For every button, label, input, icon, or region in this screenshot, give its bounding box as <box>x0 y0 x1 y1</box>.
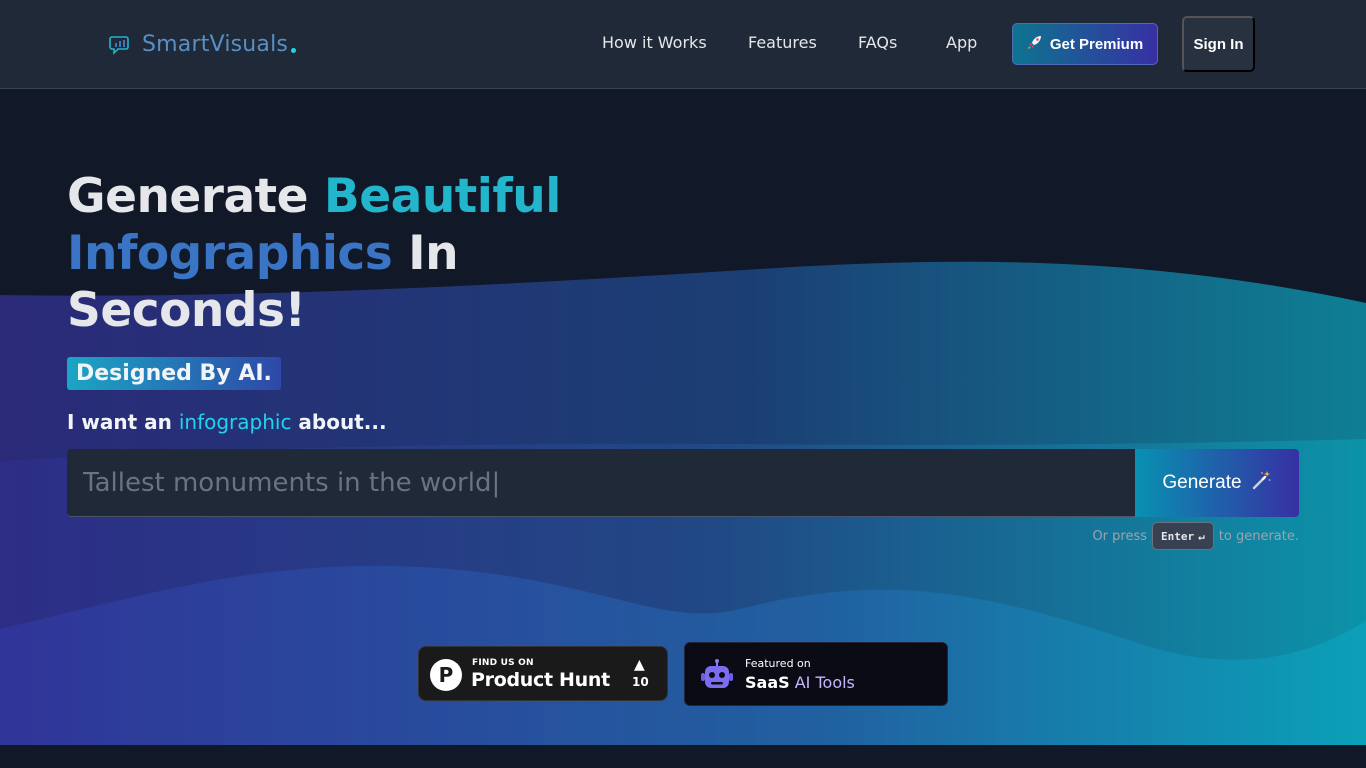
robot-icon <box>699 658 735 694</box>
headline-line-2: Infographics In <box>67 225 587 282</box>
upvote-triangle-icon: ▲ <box>634 657 645 673</box>
prompt-text: I want an <box>67 410 179 434</box>
product-hunt-title: Product Hunt <box>471 669 610 691</box>
return-icon: ↵ <box>1198 529 1205 543</box>
designed-by-ai-badge: Designed By AI. <box>67 357 281 390</box>
get-premium-button[interactable]: Get Premium <box>1012 23 1158 65</box>
saas-title: SaaS AI Tools <box>745 673 855 692</box>
saas-small-text: Featured on <box>745 657 811 670</box>
upvote-count: 10 <box>632 675 649 689</box>
enter-key: Enter ↵ <box>1152 522 1214 550</box>
product-hunt-badge[interactable]: P FIND US ON Product Hunt ▲ 10 <box>418 646 668 701</box>
product-hunt-small-text: FIND US ON <box>472 658 534 668</box>
topic-search-form: Generate <box>67 449 1299 517</box>
prompt-accent: infographic <box>178 410 292 434</box>
sign-in-button[interactable]: Sign In <box>1182 16 1255 72</box>
enter-key-label: Enter <box>1161 529 1195 543</box>
brand-name: SmartVisuals <box>142 31 289 57</box>
nav-how-it-works[interactable]: How it Works <box>602 33 707 52</box>
get-premium-label: Get Premium <box>1049 35 1144 53</box>
prompt-label: I want an infographic about... <box>67 410 387 434</box>
headline-accent-infographics: Infographics <box>67 226 393 281</box>
enter-hint: Or press Enter ↵ to generate. <box>1092 522 1299 550</box>
generate-label: Generate <box>1162 472 1242 493</box>
product-hunt-logo-icon: P <box>430 659 462 691</box>
hero-headline: Generate Beautiful Infographics In Secon… <box>67 168 587 339</box>
topic-input[interactable] <box>67 449 1135 517</box>
nav-features[interactable]: Features <box>748 33 817 52</box>
hint-text-after: to generate. <box>1218 528 1299 544</box>
chat-bubble-icon <box>108 32 132 56</box>
rocket-icon <box>1027 34 1043 54</box>
hint-text-before: Or press <box>1092 528 1148 544</box>
headline-accent-beautiful: Beautiful <box>323 169 561 224</box>
nav-app[interactable]: App <box>946 33 977 52</box>
headline-line-1: Generate Beautiful <box>67 168 587 225</box>
prompt-text: about... <box>291 410 387 434</box>
brand-logo-link[interactable]: SmartVisuals <box>108 28 297 60</box>
nav-faqs[interactable]: FAQs <box>858 33 897 52</box>
headline-text: Generate <box>67 169 324 224</box>
generate-button[interactable]: Generate <box>1135 449 1299 517</box>
top-navbar: SmartVisuals How it Works Features FAQs … <box>0 0 1366 89</box>
headline-text: In <box>392 226 459 281</box>
headline-line-3: Seconds! <box>67 283 306 338</box>
brand-dot <box>291 47 297 53</box>
saas-ai-tools-badge[interactable]: Featured on SaaS AI Tools <box>684 642 948 706</box>
magic-wand-icon <box>1250 469 1272 497</box>
saas-title-accent: AI Tools <box>789 673 855 692</box>
saas-title-bold: SaaS <box>745 673 790 692</box>
footer-edge <box>0 745 1366 768</box>
